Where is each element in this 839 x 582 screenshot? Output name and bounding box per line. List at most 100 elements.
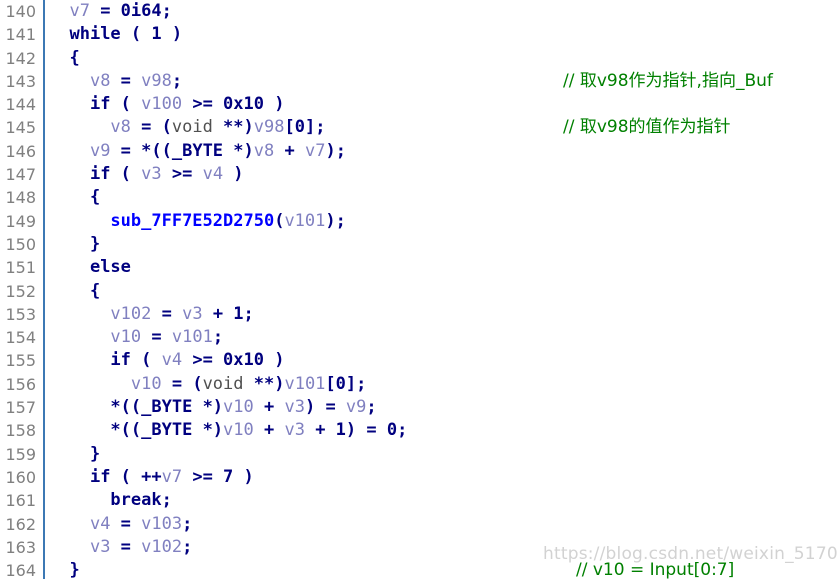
- code-line[interactable]: 153 v102 = v3 + 1;: [0, 303, 839, 326]
- code-line[interactable]: 159 }: [0, 443, 839, 466]
- code-line[interactable]: 163 v3 = v102;: [0, 536, 839, 559]
- token-type: void: [202, 373, 254, 394]
- token-kw: >= 0x10 ): [182, 350, 285, 371]
- token-kw: =: [110, 536, 142, 557]
- pseudocode-view[interactable]: https://blog.csdn.net/weixin_51706019 14…: [0, 0, 839, 582]
- token-var: v103: [141, 513, 183, 534]
- token-kw: while ( 1 ): [69, 24, 183, 45]
- code-text: while ( 1 ): [49, 23, 182, 46]
- token-kw: +: [253, 420, 285, 441]
- code-line[interactable]: 161 break;: [0, 489, 839, 512]
- token-var: v9: [89, 140, 111, 161]
- code-line[interactable]: 147 if ( v3 >= v4 ): [0, 163, 839, 186]
- token-kw: ;: [366, 397, 377, 418]
- code-line[interactable]: 150 }: [0, 233, 839, 256]
- code-line[interactable]: 151 else: [0, 256, 839, 279]
- line-number: 152: [5, 281, 36, 301]
- code-text: }: [49, 443, 100, 466]
- token-var: v3: [141, 164, 162, 185]
- token-var: v10: [223, 397, 254, 418]
- token-kw: ) =: [304, 397, 346, 418]
- code-text: sub_7FF7E52D2750(v101);: [49, 210, 346, 233]
- code-line[interactable]: 146 v9 = *((_BYTE *)v8 + v7);: [0, 140, 839, 163]
- code-line[interactable]: 158 *((_BYTE *)v10 + v3 + 1) = 0;: [0, 419, 839, 442]
- line-number: 141: [5, 25, 36, 45]
- token-kw: >=: [161, 164, 203, 185]
- code-line[interactable]: 162 v4 = v103;: [0, 513, 839, 536]
- line-number: 148: [5, 188, 36, 208]
- line-number: 159: [5, 444, 36, 464]
- token-var: v102: [110, 303, 152, 324]
- line-number: 140: [5, 2, 36, 21]
- code-line[interactable]: 155 if ( v4 >= 0x10 ): [0, 349, 839, 372]
- code-text: }: [49, 233, 100, 256]
- code-text: {: [49, 280, 100, 303]
- token-kw: [0];: [284, 117, 326, 138]
- token-kw: = (: [130, 117, 172, 138]
- line-number: 144: [5, 95, 36, 115]
- code-text: v7 = 0i64;: [49, 0, 171, 23]
- token-kw: >= 7 ): [182, 466, 254, 487]
- line-number: 157: [5, 398, 36, 418]
- token-kw: }: [69, 560, 80, 581]
- token-kw: >= 0x10 ): [182, 94, 285, 115]
- line-number: 161: [5, 491, 36, 511]
- code-line[interactable]: 148 {: [0, 186, 839, 209]
- line-number: 156: [5, 374, 36, 394]
- token-var: v10: [223, 420, 254, 441]
- token-var: v3: [284, 397, 305, 418]
- token-kw: (: [274, 210, 285, 231]
- token-var: v8: [253, 140, 275, 161]
- token-kw: *((: [110, 420, 142, 441]
- line-number: 150: [5, 234, 36, 254]
- code-line[interactable]: 149 sub_7FF7E52D2750(v101);: [0, 210, 839, 233]
- token-kw: **): [253, 373, 285, 394]
- token-kw: {: [89, 187, 101, 208]
- token-var: v102: [141, 536, 183, 557]
- code-line[interactable]: 152 {: [0, 280, 839, 303]
- token-kw: =: [110, 513, 142, 534]
- token-var: v9: [345, 397, 367, 418]
- token-kw: if ( ++: [89, 466, 162, 487]
- token-kw: +: [274, 140, 305, 161]
- line-number: 143: [5, 71, 36, 91]
- code-line[interactable]: 160 if ( ++v7 >= 7 ): [0, 466, 839, 489]
- code-line[interactable]: 145 v8 = (void **)v98[0]; // 取v98的值作为指针: [0, 116, 839, 139]
- code-text: v9 = *((_BYTE *)v8 + v7);: [49, 140, 346, 163]
- token-kw: [0];: [325, 373, 367, 394]
- token-kw: +: [253, 397, 285, 418]
- code-line[interactable]: 144 if ( v100 >= 0x10 ): [0, 93, 839, 116]
- token-kw: }: [89, 233, 101, 254]
- code-line[interactable]: 154 v10 = v101;: [0, 326, 839, 349]
- code-line[interactable]: 140 v7 = 0i64;: [0, 0, 839, 23]
- token-kw: *): [223, 140, 254, 161]
- token-var: v7: [69, 1, 90, 21]
- code-listing[interactable]: 140 v7 = 0i64; 141 while ( 1 ) 142 {143 v8…: [0, 0, 839, 582]
- code-line[interactable]: 156 v10 = (void **)v101[0];: [0, 373, 839, 396]
- token-type: void: [171, 117, 224, 138]
- token-var: v10: [110, 327, 142, 348]
- token-var: v98: [253, 117, 285, 138]
- code-line[interactable]: 142 {: [0, 47, 839, 70]
- code-line[interactable]: 143 v8 = v98; // 取v98作为指针,指向_Buf: [0, 70, 839, 93]
- code-text: v10 = v101;: [49, 326, 223, 349]
- token-kw: *): [192, 397, 224, 418]
- token-kw: =: [151, 303, 183, 324]
- token-kw: );: [325, 140, 346, 161]
- code-line[interactable]: 141 while ( 1 ): [0, 23, 839, 46]
- code-line[interactable]: 157 *((_BYTE *)v10 + v3) = v9;: [0, 396, 839, 419]
- token-var: v101: [284, 210, 326, 231]
- token-kw: );: [325, 210, 346, 231]
